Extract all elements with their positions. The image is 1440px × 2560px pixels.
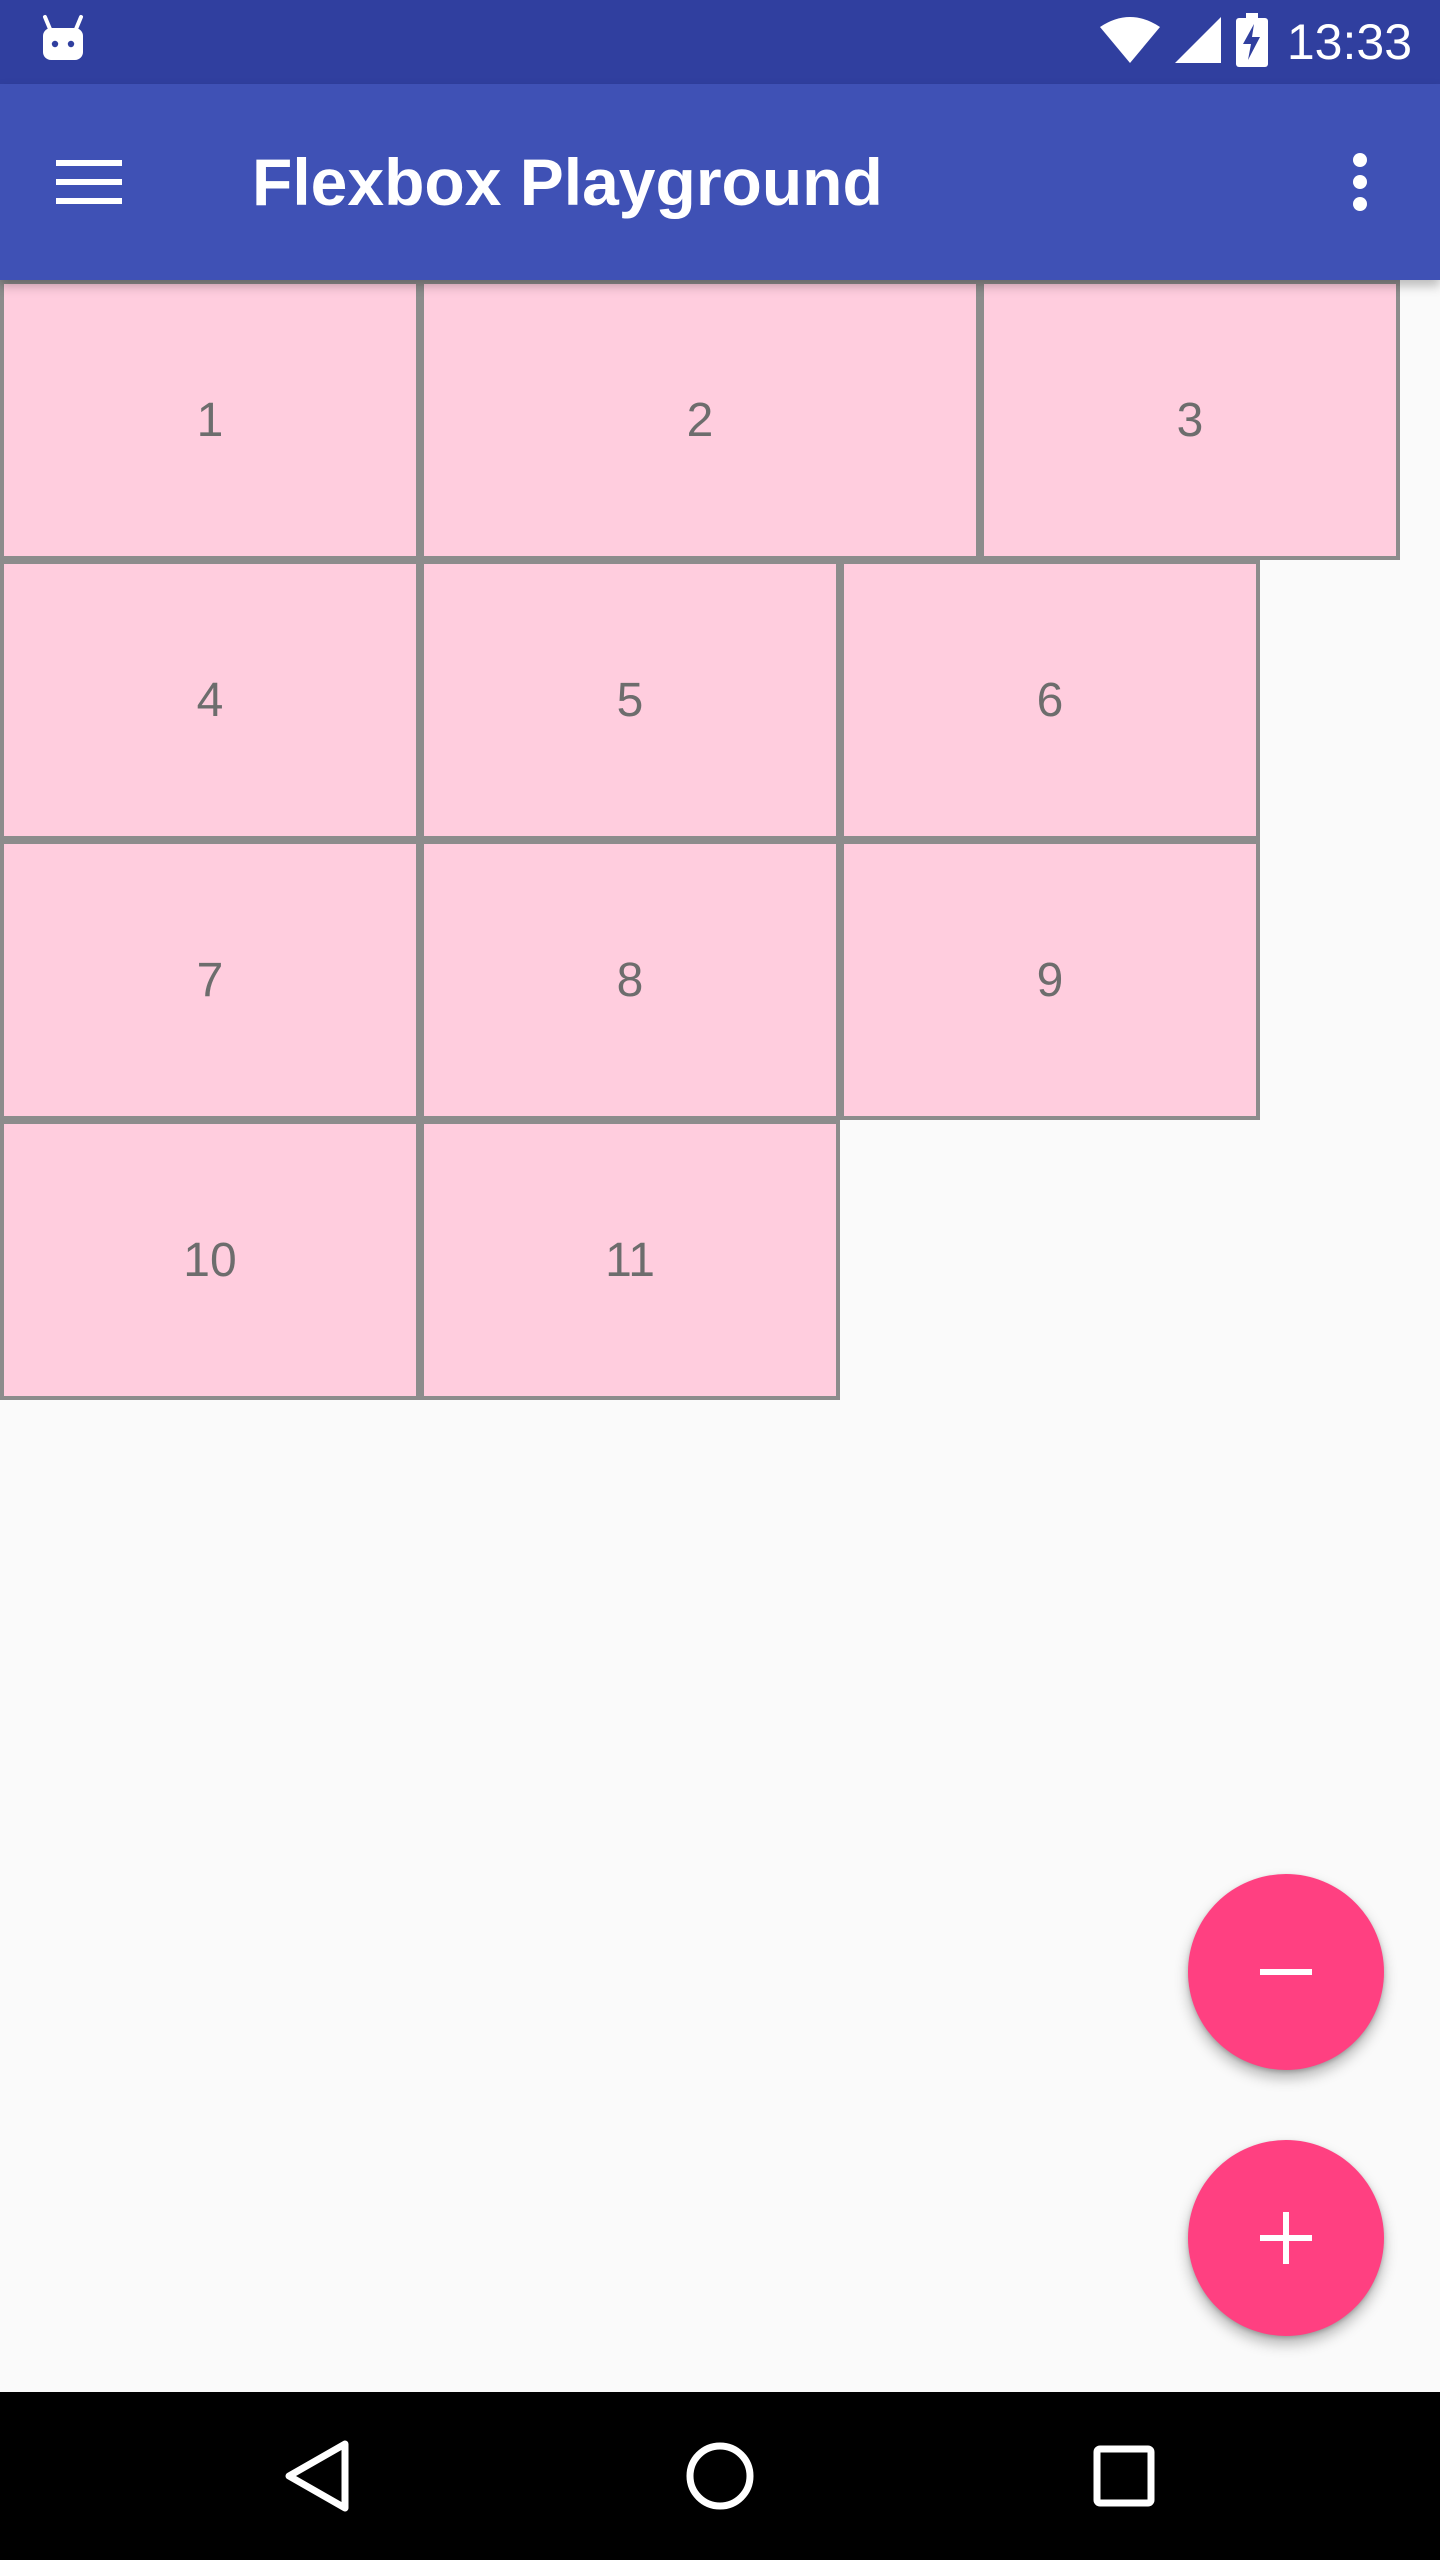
app-bar: Flexbox Playground [0, 84, 1440, 280]
home-button[interactable] [670, 2426, 770, 2526]
remove-item-fab[interactable] [1188, 1874, 1384, 2070]
battery-charging-icon [1235, 12, 1269, 72]
home-icon [686, 2442, 754, 2510]
status-icons: 13:33 [1099, 0, 1412, 84]
flex-item-label: 8 [616, 953, 644, 1007]
recents-icon [1093, 2445, 1155, 2507]
wifi-icon [1099, 15, 1161, 70]
flex-item-2[interactable]: 2 [420, 280, 980, 560]
flex-item-5[interactable]: 5 [420, 560, 840, 840]
flex-item-label: 6 [1036, 673, 1064, 727]
flex-item-label: 9 [1036, 953, 1064, 1007]
flex-item-3[interactable]: 3 [980, 280, 1400, 560]
back-button[interactable] [266, 2426, 366, 2526]
add-item-fab[interactable] [1188, 2140, 1384, 2336]
flex-item-label: 4 [196, 673, 224, 727]
flex-item-label: 7 [196, 953, 224, 1007]
navigation-menu-button[interactable] [40, 142, 138, 222]
flexbox-container: 1 2 3 4 5 6 7 8 9 10 11 [0, 280, 1440, 2392]
minus-icon [1260, 1969, 1312, 1975]
flex-item-label: 2 [686, 393, 714, 447]
flex-item-label: 11 [605, 1233, 655, 1287]
hamburger-menu-icon [56, 160, 122, 204]
flex-item-label: 10 [183, 1233, 237, 1287]
flex-item-label: 5 [616, 673, 644, 727]
flex-item-8[interactable]: 8 [420, 840, 840, 1120]
flex-item-7[interactable]: 7 [0, 840, 420, 1120]
plus-icon [1260, 2212, 1312, 2264]
system-navigation-bar [0, 2392, 1440, 2560]
flex-item-4[interactable]: 4 [0, 560, 420, 840]
flex-item-9[interactable]: 9 [840, 840, 1260, 1120]
flex-item-1[interactable]: 1 [0, 280, 420, 560]
flex-item-11[interactable]: 11 [420, 1120, 840, 1400]
overflow-menu-button[interactable] [1320, 142, 1400, 222]
back-icon [285, 2440, 349, 2512]
flex-item-label: 1 [196, 393, 224, 447]
android-notification-icon [40, 14, 86, 64]
recents-button[interactable] [1074, 2426, 1174, 2526]
app-title: Flexbox Playground [252, 145, 883, 219]
flex-item-label: 3 [1176, 393, 1204, 447]
flex-item-6[interactable]: 6 [840, 560, 1260, 840]
status-time: 13:33 [1286, 14, 1412, 70]
status-bar: 13:33 [0, 0, 1440, 84]
signal-icon [1173, 15, 1223, 70]
more-vert-icon [1353, 153, 1367, 211]
flex-item-10[interactable]: 10 [0, 1120, 420, 1400]
